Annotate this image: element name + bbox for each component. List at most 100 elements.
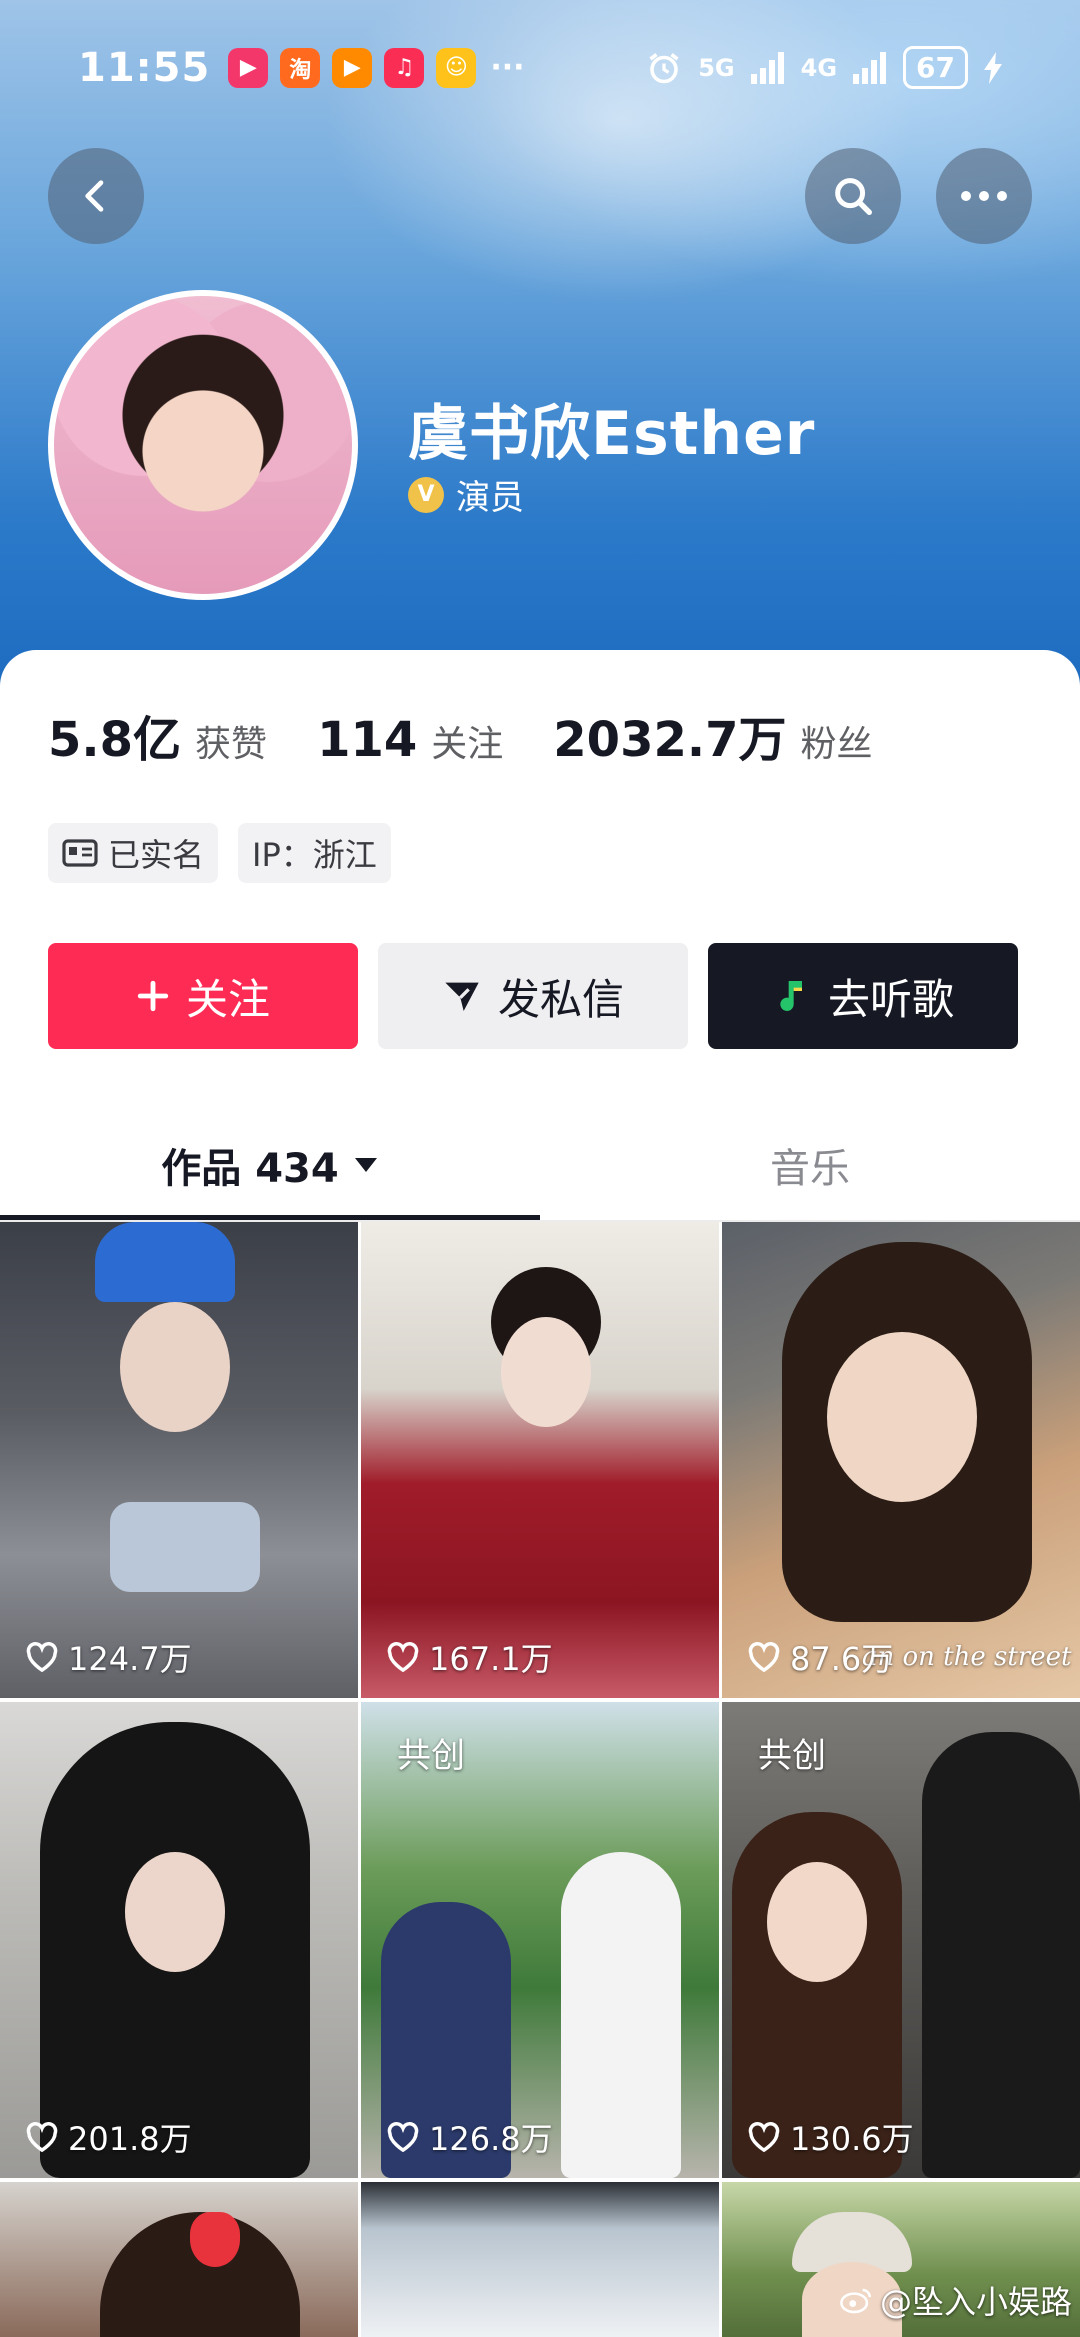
face-graphic xyxy=(125,1852,225,1972)
heart-outline-icon xyxy=(748,2122,780,2153)
listen-music-label: 去听歌 xyxy=(827,974,954,1024)
figure-graphic-2 xyxy=(922,1732,1080,2178)
face-graphic xyxy=(767,1862,867,1982)
post-likes: 201.8万 xyxy=(24,2114,192,2160)
listen-music-button[interactable]: 去听歌 xyxy=(708,943,1018,1049)
figure-graphic-2 xyxy=(561,1852,681,2178)
stat-followers-value: 2032.7万 xyxy=(553,712,787,768)
charging-icon xyxy=(984,51,1002,84)
alarm-icon xyxy=(649,52,679,83)
post-likes-count: 167.1万 xyxy=(429,1640,553,1678)
face-graphic xyxy=(827,1332,977,1502)
post-thumbnail[interactable]: 共创 130.6万 xyxy=(722,1702,1080,2178)
id-card-icon xyxy=(62,839,98,867)
music-note-icon xyxy=(780,981,802,1011)
post-thumbnail[interactable]: 167.1万 xyxy=(361,1222,719,1698)
stat-likes-label: 获赞 xyxy=(195,724,268,765)
verification-label: 演员 xyxy=(456,478,524,518)
message-label: 发私信 xyxy=(497,974,624,1024)
tab-music-label: 音乐 xyxy=(770,1146,850,1192)
face-graphic xyxy=(501,1317,591,1427)
status-indicators: 5G 4G 67 xyxy=(646,46,1002,89)
tab-music[interactable]: 音乐 xyxy=(540,1110,1080,1220)
ip-location-tag: IP：浙江 xyxy=(238,823,391,883)
caret-down-icon xyxy=(354,1158,377,1172)
weibo-logo-icon xyxy=(840,2288,872,2314)
profile-tags: 已实名 IP：浙江 xyxy=(48,823,391,883)
more-dots-icon xyxy=(961,191,1007,201)
watermark-text: @坠入小娱路 xyxy=(879,2283,1072,2321)
music-app-icon: ♫ xyxy=(384,47,425,88)
heart-outline-icon xyxy=(26,1642,58,1673)
stat-following[interactable]: 114 关注 xyxy=(317,712,503,768)
signal-4g-label: 4G xyxy=(800,53,838,82)
post-likes-count: 124.7万 xyxy=(68,1640,192,1678)
stat-followers[interactable]: 2032.7万 粉丝 xyxy=(553,700,872,770)
real-name-tag: 已实名 xyxy=(48,823,219,883)
post-thumbnail[interactable]: 201.8万 xyxy=(0,1702,358,2178)
plus-icon xyxy=(137,980,169,1012)
stat-following-label: 关注 xyxy=(431,724,504,765)
follow-label: 关注 xyxy=(185,974,270,1024)
ip-location-label: IP：浙江 xyxy=(252,836,377,874)
more-options-button[interactable] xyxy=(936,148,1032,244)
post-likes-count: 126.8万 xyxy=(429,2120,553,2158)
taobao-app-icon: 淘 xyxy=(280,47,321,88)
stat-following-value: 114 xyxy=(317,712,418,768)
follow-button[interactable]: 关注 xyxy=(48,943,358,1049)
signal-bars-icon xyxy=(750,51,784,84)
post-likes: 126.8万 xyxy=(385,2114,553,2160)
cocreation-badge: 共创 xyxy=(397,1736,465,1776)
avatar[interactable] xyxy=(48,290,358,600)
heart-outline-icon xyxy=(387,2122,419,2153)
post-thumbnail[interactable]: 124.7万 xyxy=(0,1222,358,1698)
stats-row: 5.8亿 获赞 114 关注 2032.7万 粉丝 xyxy=(48,700,923,770)
tab-works[interactable]: 作品 434 xyxy=(0,1110,540,1220)
more-notifications-icon: ··· xyxy=(490,50,525,85)
post-thumbnail[interactable] xyxy=(0,2182,358,2337)
search-icon xyxy=(835,178,872,215)
face-graphic xyxy=(120,1302,230,1432)
back-button[interactable] xyxy=(48,148,144,244)
weibo-watermark: @坠入小娱路 xyxy=(840,2277,1072,2323)
action-buttons: 关注 发私信 去听歌 xyxy=(48,943,1018,1049)
meituan-app-icon: ☺ xyxy=(436,47,477,88)
hair-clip-graphic xyxy=(190,2212,240,2267)
verified-badge-icon: V xyxy=(408,476,444,513)
search-button[interactable] xyxy=(805,148,901,244)
cocreation-badge: 共创 xyxy=(758,1736,826,1776)
youku-app-icon: ▶ xyxy=(332,47,373,88)
stat-likes-value: 5.8亿 xyxy=(48,712,182,768)
battery-indicator: 67 xyxy=(903,46,968,89)
stat-followers-label: 粉丝 xyxy=(800,724,873,765)
post-likes-count: 201.8万 xyxy=(68,2120,192,2158)
verification-row: V 演员 xyxy=(408,470,524,519)
heart-outline-icon xyxy=(26,2122,58,2153)
post-likes-count: 87.6万 xyxy=(790,1640,894,1678)
cap-graphic xyxy=(95,1222,235,1302)
heart-outline-icon xyxy=(387,1642,419,1673)
post-likes-count: 130.6万 xyxy=(790,2120,914,2158)
signal-bars-icon-2 xyxy=(853,51,887,84)
profile-name: 虞书欣Esther xyxy=(408,399,816,469)
message-button[interactable]: 发私信 xyxy=(378,943,688,1049)
send-arrow-icon xyxy=(445,982,479,1011)
top-graphic xyxy=(110,1502,260,1592)
tab-works-label: 作品 434 xyxy=(161,1146,339,1192)
notification-app-icons: ▶ 淘 ▶ ♫ ☺ xyxy=(228,47,477,88)
post-likes: 87.6万 xyxy=(746,1634,893,1680)
post-likes: 130.6万 xyxy=(746,2114,914,2160)
status-bar: 11:55 ▶ 淘 ▶ ♫ ☺ ··· 5G 4G 67 xyxy=(0,0,1080,135)
real-name-label: 已实名 xyxy=(108,836,205,874)
heart-outline-icon xyxy=(748,1642,780,1673)
post-caption: an on the street xyxy=(862,1642,1072,1672)
status-time: 11:55 xyxy=(78,44,211,91)
post-thumbnail[interactable]: 共创 126.8万 xyxy=(361,1702,719,2178)
stat-likes[interactable]: 5.8亿 获赞 xyxy=(48,700,267,770)
post-thumbnail[interactable] xyxy=(361,2182,719,2337)
content-tabs: 作品 434 音乐 xyxy=(0,1110,1080,1220)
video-app-icon: ▶ xyxy=(228,47,269,88)
post-likes: 167.1万 xyxy=(385,1634,553,1680)
post-thumbnail[interactable]: an on the street 87.6万 xyxy=(722,1222,1080,1698)
signal-5g-label: 5G xyxy=(698,53,735,82)
